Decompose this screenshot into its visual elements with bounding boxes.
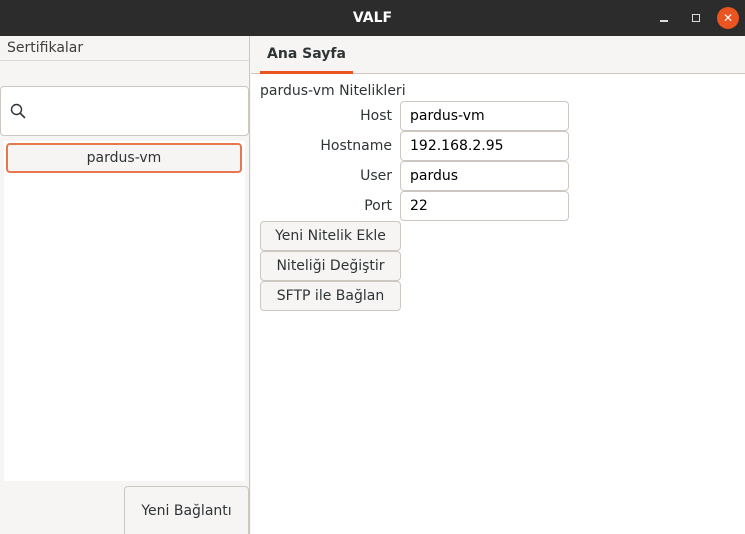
maximize-icon xyxy=(692,14,700,22)
user-label: User xyxy=(360,168,392,184)
search-icon xyxy=(10,103,26,119)
list-item-pardus-vm[interactable]: pardus-vm xyxy=(6,143,242,173)
host-label: Host xyxy=(360,108,392,124)
hostname-field[interactable]: 192.168.2.95 xyxy=(400,131,569,161)
search-input[interactable] xyxy=(35,95,240,127)
minimize-icon xyxy=(660,20,668,22)
sidebar-header: Sertifikalar xyxy=(0,36,249,61)
tab-ana-sayfa[interactable]: Ana Sayfa xyxy=(260,36,353,74)
search-box[interactable] xyxy=(0,86,249,136)
add-attribute-button[interactable]: Yeni Nitelik Ekle xyxy=(260,221,401,251)
tab-bar: Ana Sayfa xyxy=(251,36,745,74)
section-title: pardus-vm Nitelikleri xyxy=(260,83,406,99)
close-button[interactable]: ✕ xyxy=(717,7,739,29)
sftp-connect-button[interactable]: SFTP ile Bağlan xyxy=(260,281,401,311)
maximize-button[interactable] xyxy=(686,8,706,28)
title-bar: VALF ✕ xyxy=(0,0,745,36)
host-field[interactable]: pardus-vm xyxy=(400,101,569,131)
user-field[interactable]: pardus xyxy=(400,161,569,191)
certificate-list: pardus-vm xyxy=(4,141,245,481)
edit-attribute-button[interactable]: Niteliği Değiştir xyxy=(260,251,401,281)
main-panel: Ana Sayfa pardus-vm Nitelikleri Host par… xyxy=(251,36,745,534)
sidebar: Sertifikalar pardus-vm Yeni Bağlantı xyxy=(0,36,250,534)
minimize-button[interactable] xyxy=(654,8,674,28)
new-connection-button[interactable]: Yeni Bağlantı xyxy=(124,486,249,534)
port-label: Port xyxy=(364,198,392,214)
window-title: VALF xyxy=(352,10,393,26)
hostname-label: Hostname xyxy=(320,138,392,154)
port-field[interactable]: 22 xyxy=(400,191,569,221)
close-icon: ✕ xyxy=(722,11,734,25)
